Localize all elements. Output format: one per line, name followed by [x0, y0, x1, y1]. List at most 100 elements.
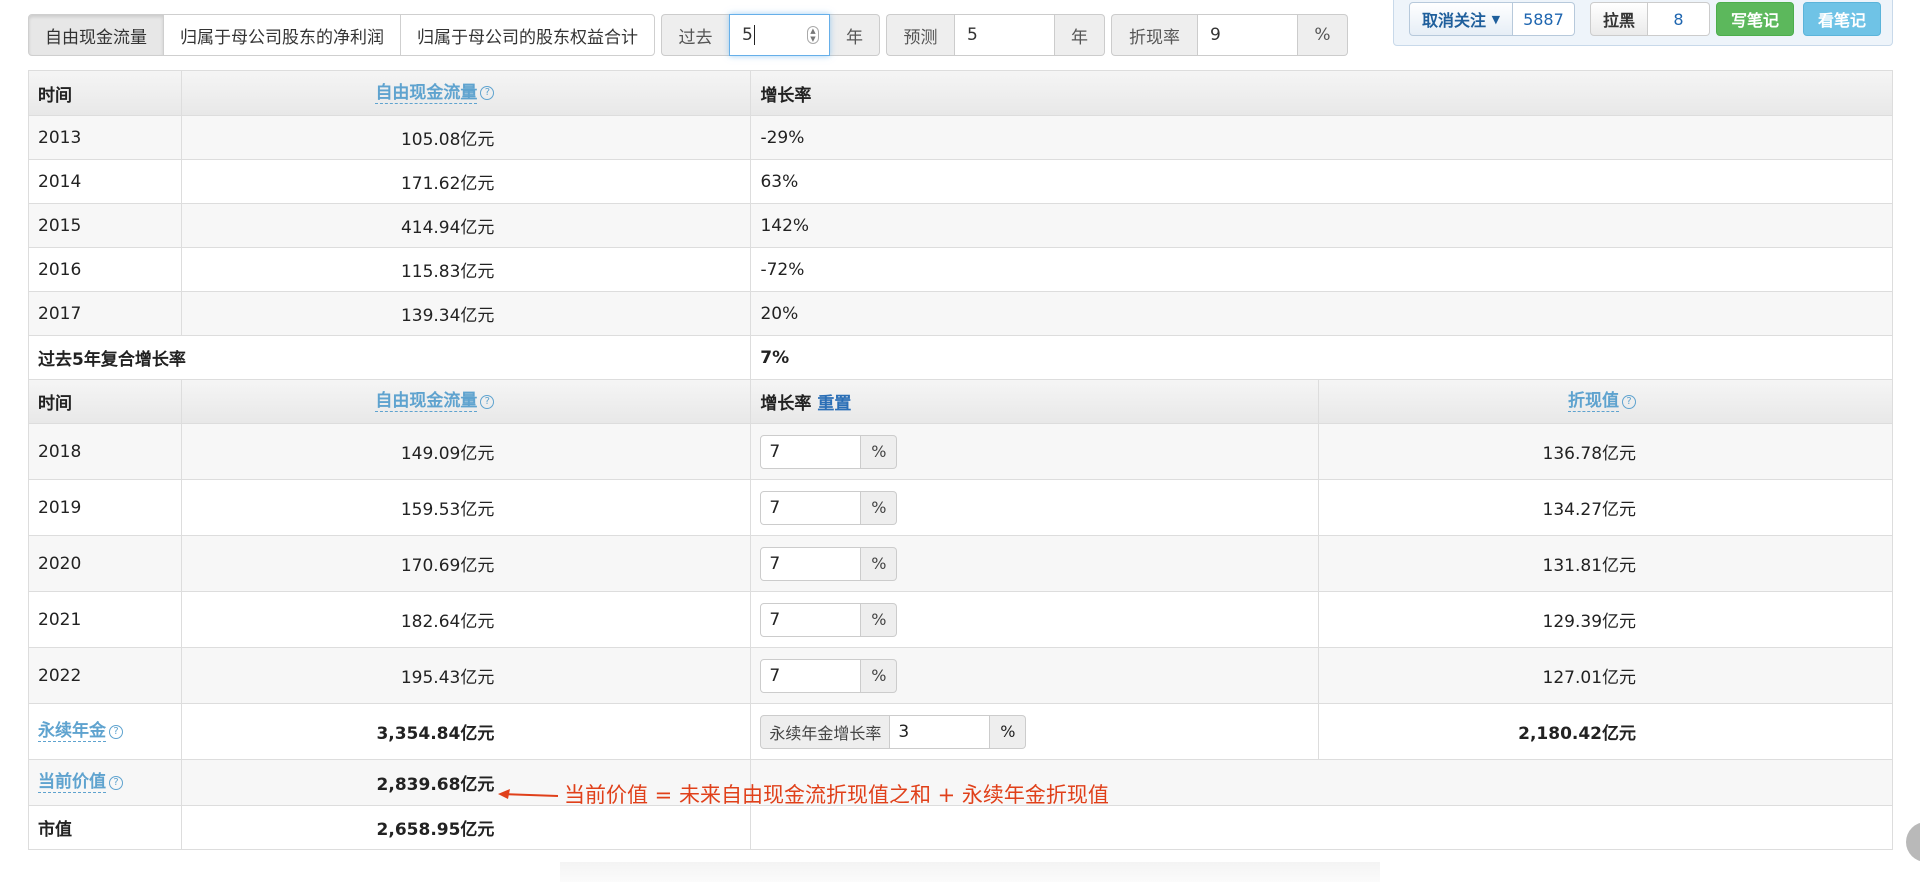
discount-rate-input[interactable]: 9 [1197, 14, 1298, 56]
help-icon[interactable]: ? [109, 724, 123, 739]
help-icon[interactable]: ? [480, 394, 495, 409]
current-value-link[interactable]: 当前价值 [38, 772, 106, 793]
view-note-button[interactable]: 看笔记 [1803, 2, 1881, 36]
discount-rate-group: 折现率 9 % [1111, 14, 1348, 56]
forecast-fcf: 170.69亿元 [180, 536, 751, 591]
help-icon[interactable]: ? [1622, 394, 1637, 409]
metric-toolbar: 自由现金流量 归属于母公司股东的净利润 归属于母公司的股东权益合计 过去 5 ▲… [28, 14, 1348, 56]
table-row: 2022 195.43亿元 7% 127.01亿元 [29, 647, 1892, 703]
discount-rate-value: 9 [1210, 25, 1221, 45]
percent-addon: % [861, 434, 898, 469]
history-year: 2015 [38, 215, 82, 236]
forecast-label: 预测 [886, 14, 954, 56]
write-note-button[interactable]: 写笔记 [1716, 2, 1794, 36]
table-row: 2015 414.94亿元 142% [29, 203, 1892, 247]
header-pv-link[interactable]: 折现值 [1568, 391, 1620, 412]
forecast-years-group: 预测 5 年 [886, 14, 1105, 56]
formula-annotation: 当前价值 = 未来自由现金流折现值之和 + 永续年金折现值 [498, 779, 1109, 809]
unfollow-button[interactable]: 取消关注 ▼ 5887 [1409, 2, 1575, 36]
caret-down-icon: ▼ [1491, 12, 1501, 26]
cagr-value: 7% [750, 336, 1892, 379]
past-label: 过去 [661, 14, 729, 56]
block-count: 8 [1648, 2, 1711, 36]
forecast-pv: 129.39亿元 [1318, 592, 1892, 647]
past-years-value: 5 [742, 25, 753, 45]
percent-addon: % [861, 602, 898, 637]
stock-action-panel: 取消关注 ▼ 5887 拉黑 8 写笔记 看笔记 [1393, 0, 1893, 46]
forecast-pv: 131.81亿元 [1318, 536, 1892, 591]
growth-rate-input[interactable]: 7 [760, 546, 862, 581]
forecast-pv: 136.78亿元 [1318, 424, 1892, 479]
history-year: 2016 [38, 259, 82, 280]
history-fcf: 414.94亿元 [180, 204, 751, 247]
forecast-fcf: 149.09亿元 [180, 424, 751, 479]
history-growth: 63% [750, 160, 1892, 203]
tab-net-profit[interactable]: 归属于母公司股东的净利润 [163, 14, 401, 56]
past-years-input[interactable]: 5 ▲ ▼ [729, 14, 830, 56]
growth-rate-input[interactable]: 7 [760, 434, 862, 469]
arrow-left-icon [498, 789, 558, 799]
table-row: 2017 139.34亿元 20% [29, 291, 1892, 335]
unfollow-label: 取消关注 [1422, 11, 1487, 30]
forecast-years-value: 5 [967, 25, 978, 45]
annotation-text: 当前价值 = 未来自由现金流折现值之和 + 永续年金折现值 [564, 783, 1109, 807]
help-icon[interactable]: ? [109, 775, 123, 790]
tab-equity[interactable]: 归属于母公司的股东权益合计 [400, 14, 655, 56]
cagr-label: 过去5年复合增长率 [38, 350, 186, 370]
block-label: 拉黑 [1590, 2, 1649, 36]
spinner-icon[interactable]: ▲ ▼ [807, 26, 819, 44]
forecast-fcf: 159.53亿元 [180, 480, 751, 535]
percent-addon: % [861, 490, 898, 525]
text-caret [753, 25, 755, 45]
percent-addon: % [861, 546, 898, 581]
forecast-pv: 134.27亿元 [1318, 480, 1892, 535]
market-cap-value: 2,658.95亿元 [180, 806, 751, 849]
header-fcf-link[interactable]: 自由现金流量 [375, 391, 478, 412]
past-years-group: 过去 5 ▲ ▼ 年 [661, 14, 880, 56]
discount-label: 折现率 [1111, 14, 1197, 56]
percent-addon: % [990, 714, 1027, 749]
history-fcf: 139.34亿元 [180, 292, 751, 335]
table-row: 2016 115.83亿元 -72% [29, 247, 1892, 291]
forecast-year: 2018 [38, 441, 82, 462]
tab-free-cash-flow[interactable]: 自由现金流量 [28, 14, 164, 56]
forecast-years-input[interactable]: 5 [954, 14, 1055, 56]
perpetuity-value: 3,354.84亿元 [180, 704, 751, 759]
growth-rate-input[interactable]: 7 [760, 490, 862, 525]
table-row: 2020 170.69亿元 7% 131.81亿元 [29, 535, 1892, 591]
header-fcf-link[interactable]: 自由现金流量 [375, 83, 478, 104]
perpetuity-rate-input[interactable]: 3 [890, 714, 991, 749]
history-growth: 142% [750, 204, 1892, 247]
help-icon[interactable]: ? [480, 86, 495, 100]
perpetuity-row: 永续年金? 3,354.84亿元 永续年金增长率 3% 2,180.42亿元 [29, 703, 1892, 759]
forecast-year: 2019 [38, 497, 82, 518]
past-unit: 年 [830, 14, 880, 56]
table-row: 2019 159.53亿元 7% 134.27亿元 [29, 479, 1892, 535]
growth-rate-input[interactable]: 7 [760, 602, 862, 637]
history-year: 2014 [38, 171, 82, 192]
forecast-unit: 年 [1055, 14, 1105, 56]
history-growth: -72% [750, 248, 1892, 291]
reset-link[interactable]: 重置 [817, 389, 851, 414]
block-button[interactable]: 拉黑 8 [1590, 2, 1711, 36]
table-row: 2013 105.08亿元 -29% [29, 115, 1892, 159]
percent-addon: % [861, 658, 898, 693]
forecast-fcf: 195.43亿元 [180, 648, 751, 703]
follower-count: 5887 [1513, 2, 1575, 36]
scroll-to-top-icon[interactable] [1906, 822, 1920, 862]
market-cap-row: 市值 2,658.95亿元 [29, 805, 1892, 849]
history-year: 2013 [38, 127, 82, 148]
history-fcf: 115.83亿元 [180, 248, 751, 291]
history-fcf: 105.08亿元 [180, 116, 751, 159]
table-row: 2014 171.62亿元 63% [29, 159, 1892, 203]
forecast-fcf: 182.64亿元 [180, 592, 751, 647]
history-year: 2017 [38, 303, 82, 324]
perpetuity-link[interactable]: 永续年金 [38, 721, 106, 742]
discount-unit: % [1298, 14, 1348, 56]
header-time: 时间 [38, 394, 72, 414]
header-growth: 增长率 [760, 394, 812, 414]
forecast-year: 2022 [38, 665, 82, 686]
growth-rate-input[interactable]: 7 [760, 658, 862, 693]
table-row: 2021 182.64亿元 7% 129.39亿元 [29, 591, 1892, 647]
history-growth: -29% [750, 116, 1892, 159]
